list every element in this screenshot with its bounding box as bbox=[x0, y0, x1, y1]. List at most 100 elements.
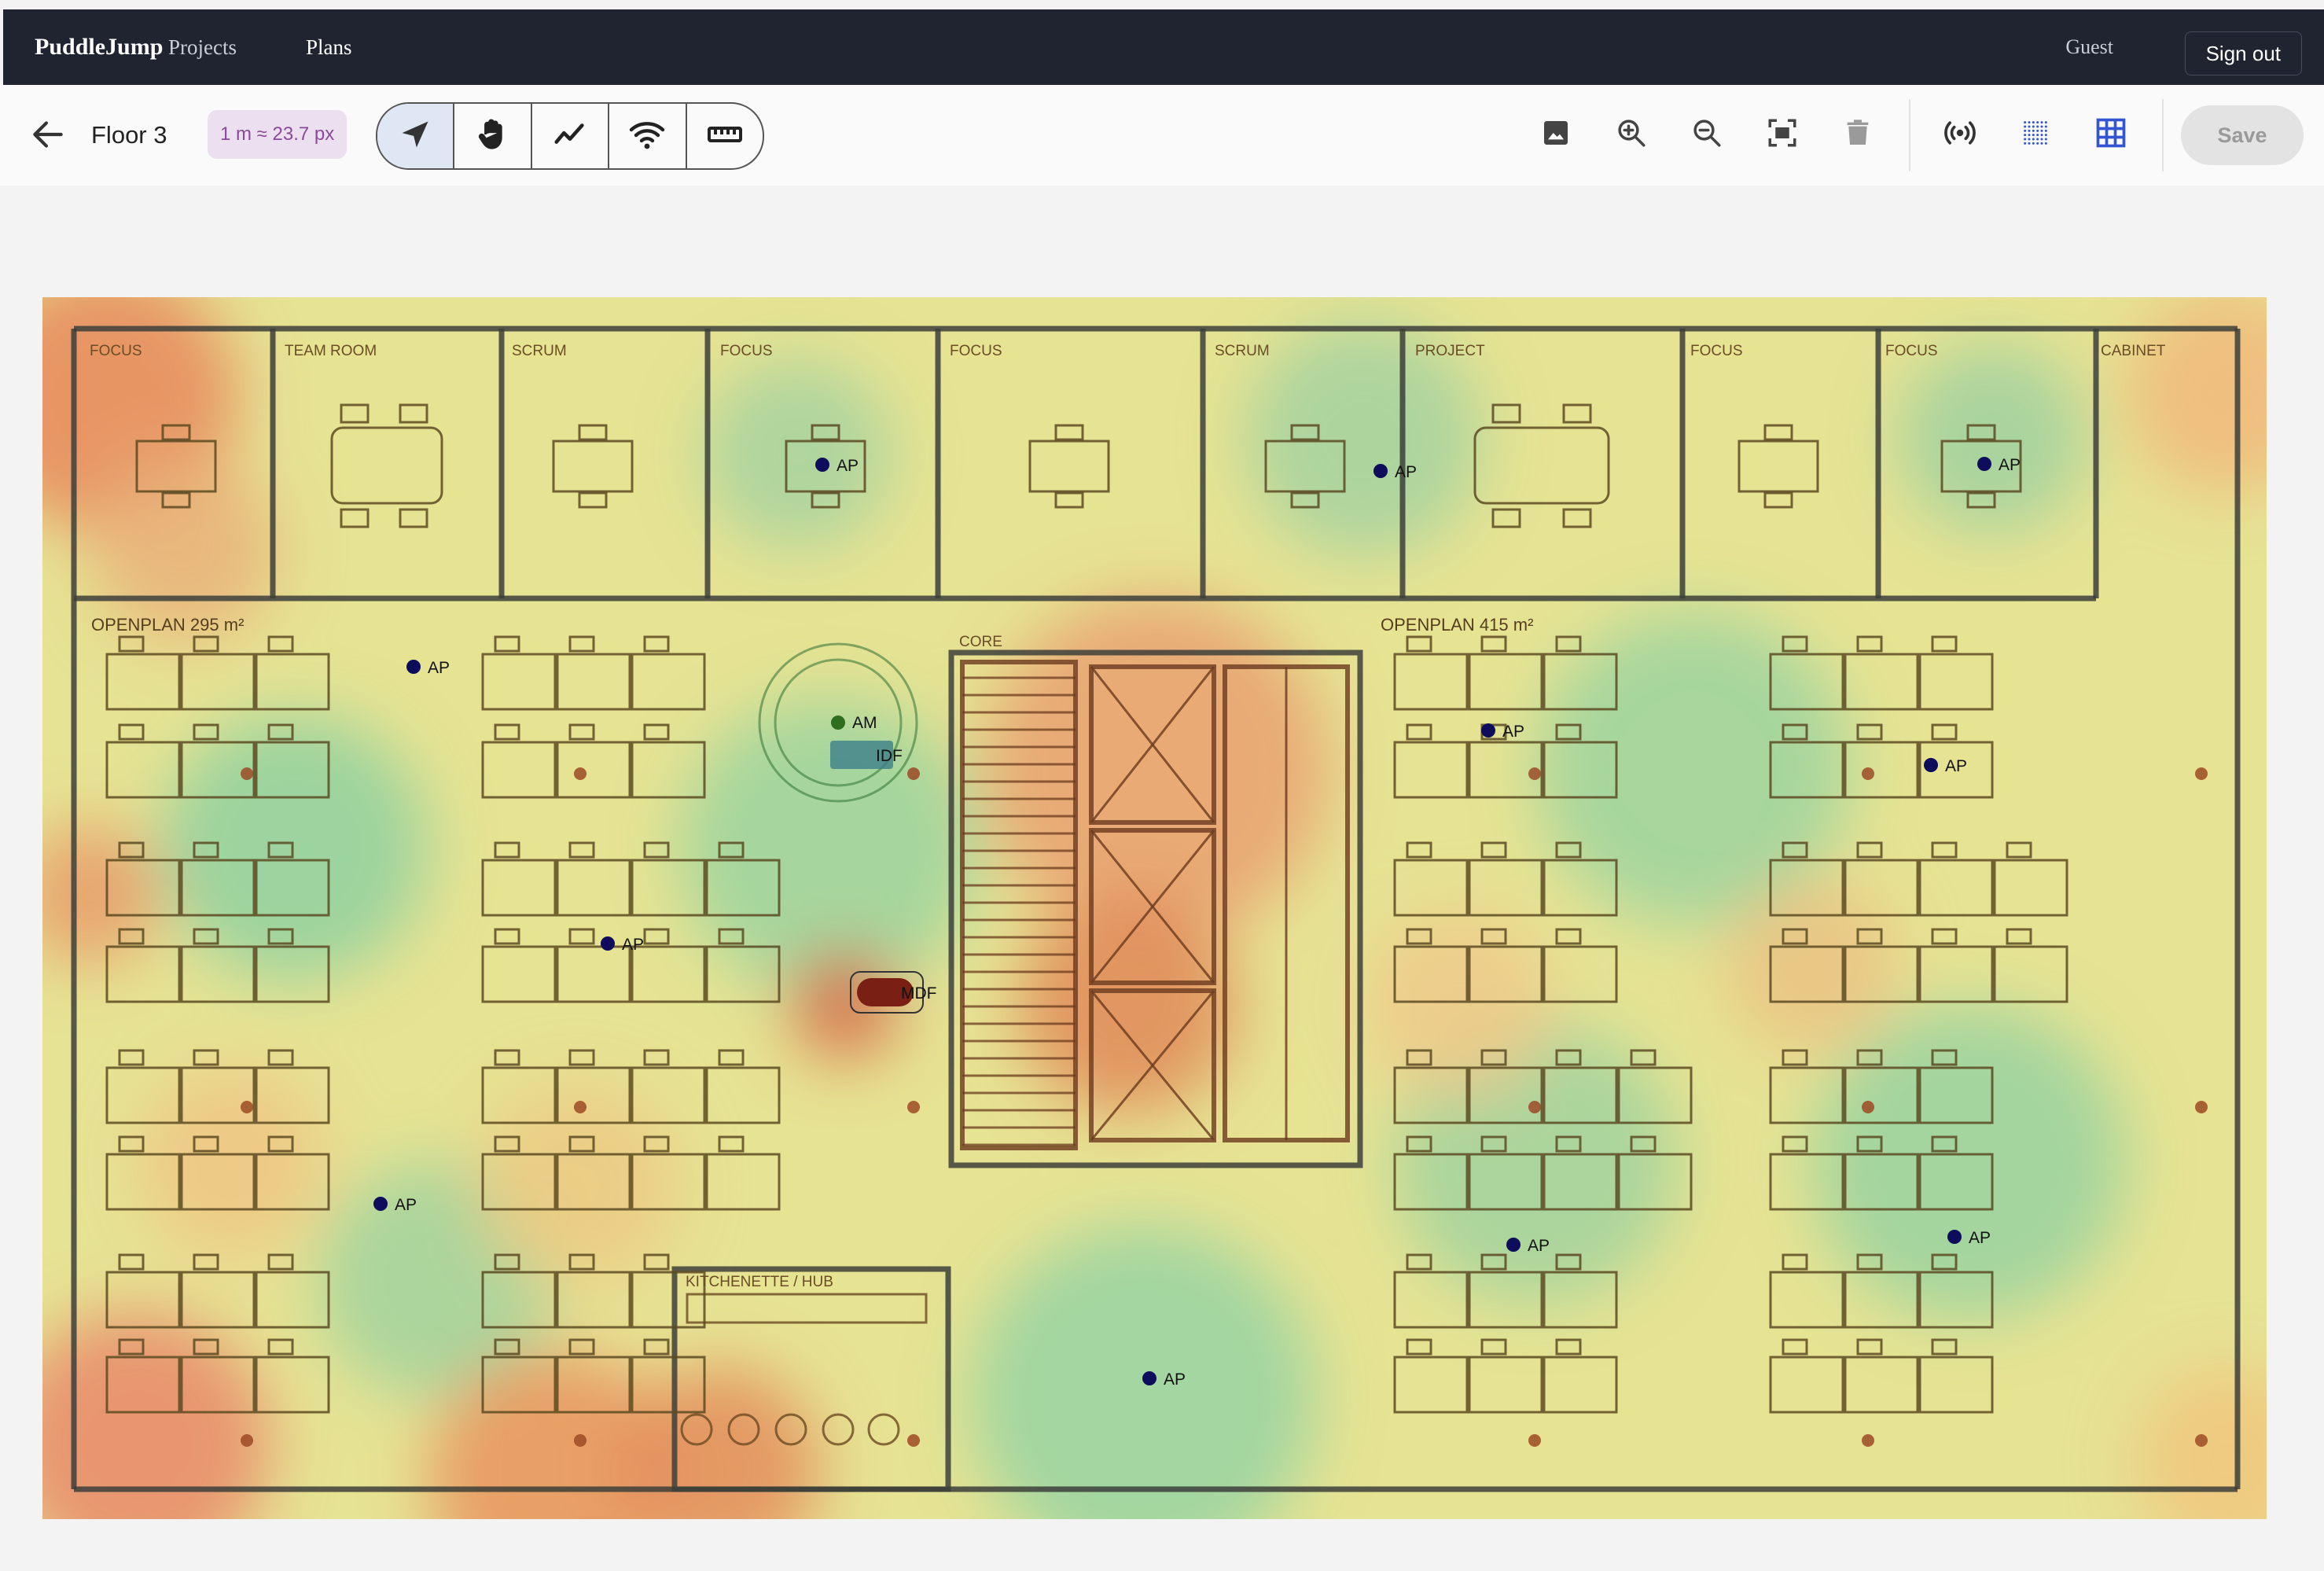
floor-title: Floor 3 bbox=[91, 121, 167, 149]
column bbox=[2195, 1434, 2208, 1447]
grid-toggle-button[interactable] bbox=[2088, 112, 2134, 157]
grid-dot bbox=[2044, 142, 2047, 145]
ap-label: AP bbox=[1528, 1237, 1550, 1255]
grid-dot bbox=[2044, 138, 2047, 140]
select-tool-button[interactable] bbox=[377, 104, 455, 168]
grid-dot bbox=[2032, 125, 2035, 127]
idf-device[interactable]: IDF bbox=[830, 741, 903, 769]
dot-grid-button[interactable] bbox=[2013, 112, 2058, 157]
room-label: SCRUM bbox=[1215, 343, 1270, 359]
fit-screen-button[interactable] bbox=[1760, 112, 1805, 157]
svg-text:MDF: MDF bbox=[901, 984, 937, 1003]
zone-label: KITCHENETTE / HUB bbox=[686, 1274, 833, 1290]
column bbox=[1862, 1101, 1874, 1113]
ap-label: AP bbox=[1164, 1370, 1186, 1389]
grid-dot bbox=[2024, 138, 2027, 140]
wifi-icon bbox=[628, 116, 666, 157]
room-label: PROJECT bbox=[1415, 343, 1485, 359]
grid-dot bbox=[2044, 133, 2047, 136]
toolbar-divider bbox=[1909, 99, 1910, 171]
ap-label: AP bbox=[1969, 1229, 1991, 1247]
heat-blob bbox=[1363, 911, 1552, 1099]
pan-tool-button[interactable] bbox=[454, 104, 532, 168]
grid-dot bbox=[2040, 129, 2043, 132]
editor-toolbar: Floor 3 1 m ≈ 23.7 px Save bbox=[0, 85, 2324, 186]
ap-dot bbox=[1506, 1238, 1521, 1252]
ap-dot bbox=[1947, 1230, 1962, 1244]
zoom-in-icon bbox=[1615, 116, 1648, 153]
room-label: CABINET bbox=[2101, 343, 2166, 359]
ap-label: AP bbox=[837, 457, 859, 475]
fit-screen-icon bbox=[1766, 116, 1799, 153]
nav-projects[interactable]: Projects bbox=[168, 9, 237, 85]
grid-dot bbox=[2028, 138, 2031, 140]
select-icon bbox=[398, 117, 432, 156]
background-image-button[interactable] bbox=[1533, 112, 1579, 157]
am-device[interactable]: AM bbox=[831, 714, 877, 732]
nav-plans[interactable]: Plans bbox=[306, 9, 352, 85]
brand-logo[interactable]: PuddleJump bbox=[35, 9, 163, 85]
ap-label: AP bbox=[395, 1196, 417, 1214]
ap-dot bbox=[1142, 1371, 1156, 1385]
zone-label: OPENPLAN 415 m² bbox=[1381, 615, 1533, 635]
back-arrow-icon[interactable] bbox=[28, 115, 68, 154]
grid-dot bbox=[2044, 129, 2047, 132]
signal-overlay-button[interactable] bbox=[1937, 112, 1983, 157]
broadcast-icon bbox=[1943, 116, 1977, 154]
grid-dot bbox=[2040, 133, 2043, 136]
grid-dot bbox=[2028, 133, 2031, 136]
zoom-out-icon bbox=[1690, 116, 1723, 153]
grid-dot bbox=[2040, 138, 2043, 140]
delete-button[interactable] bbox=[1835, 112, 1881, 157]
wifi-tool-button[interactable] bbox=[609, 104, 687, 168]
scale-badge[interactable]: 1 m ≈ 23.7 px bbox=[208, 110, 347, 159]
ap-dot bbox=[601, 936, 615, 951]
column bbox=[574, 767, 587, 780]
ruler-icon bbox=[706, 116, 744, 157]
room-label: TEAM ROOM bbox=[285, 343, 377, 359]
image-icon bbox=[1540, 117, 1572, 153]
grid-dot bbox=[2032, 133, 2035, 136]
ap-dot bbox=[815, 458, 829, 472]
grid-dot bbox=[2036, 138, 2039, 140]
ap-label: AP bbox=[1945, 757, 1967, 775]
room-label: FOCUS bbox=[1690, 343, 1743, 359]
ap-dot bbox=[373, 1197, 388, 1211]
room-label: FOCUS bbox=[90, 343, 142, 359]
zoom-in-button[interactable] bbox=[1609, 112, 1654, 157]
column bbox=[1528, 1101, 1541, 1113]
grid-dot bbox=[2024, 129, 2027, 132]
ap-label: AP bbox=[428, 659, 450, 677]
grid-dot bbox=[2036, 129, 2039, 132]
toolbar-divider bbox=[2162, 99, 2164, 171]
save-button[interactable]: Save bbox=[2181, 105, 2304, 165]
ap-label: AP bbox=[1999, 456, 2021, 474]
heat-blob bbox=[160, 714, 428, 981]
grid-dot bbox=[2040, 125, 2043, 127]
ruler-tool-button[interactable] bbox=[687, 104, 763, 168]
sign-out-button[interactable]: Sign out bbox=[2184, 31, 2302, 75]
grid-dot bbox=[2036, 125, 2039, 127]
grid-dot bbox=[2028, 129, 2031, 132]
ap-dot bbox=[1481, 723, 1495, 738]
heat-blob bbox=[703, 360, 892, 549]
draw-wall-tool-button[interactable] bbox=[532, 104, 610, 168]
zone-label: OPENPLAN 295 m² bbox=[91, 615, 244, 635]
zoom-out-button[interactable] bbox=[1684, 112, 1730, 157]
ap-dot bbox=[1977, 457, 1991, 471]
tool-group bbox=[376, 102, 764, 170]
ap-label: AP bbox=[1502, 723, 1524, 741]
grid-dot bbox=[2024, 120, 2027, 123]
floor-plan-canvas[interactable]: FOCUS TEAM ROOM SCRUM FOCUS FOCUS SCRUM … bbox=[42, 297, 2267, 1519]
heat-blob bbox=[137, 1068, 325, 1256]
grid-dot bbox=[2032, 129, 2035, 132]
trash-icon bbox=[1842, 117, 1874, 153]
column bbox=[2195, 767, 2208, 780]
column bbox=[2195, 1101, 2208, 1113]
heat-blob bbox=[1725, 879, 1898, 1052]
svg-text:AM: AM bbox=[852, 714, 877, 732]
grid-dot bbox=[2024, 133, 2027, 136]
zone-label: CORE bbox=[959, 634, 1002, 650]
heat-blob bbox=[1536, 612, 1851, 926]
grid-dot bbox=[2028, 142, 2031, 145]
